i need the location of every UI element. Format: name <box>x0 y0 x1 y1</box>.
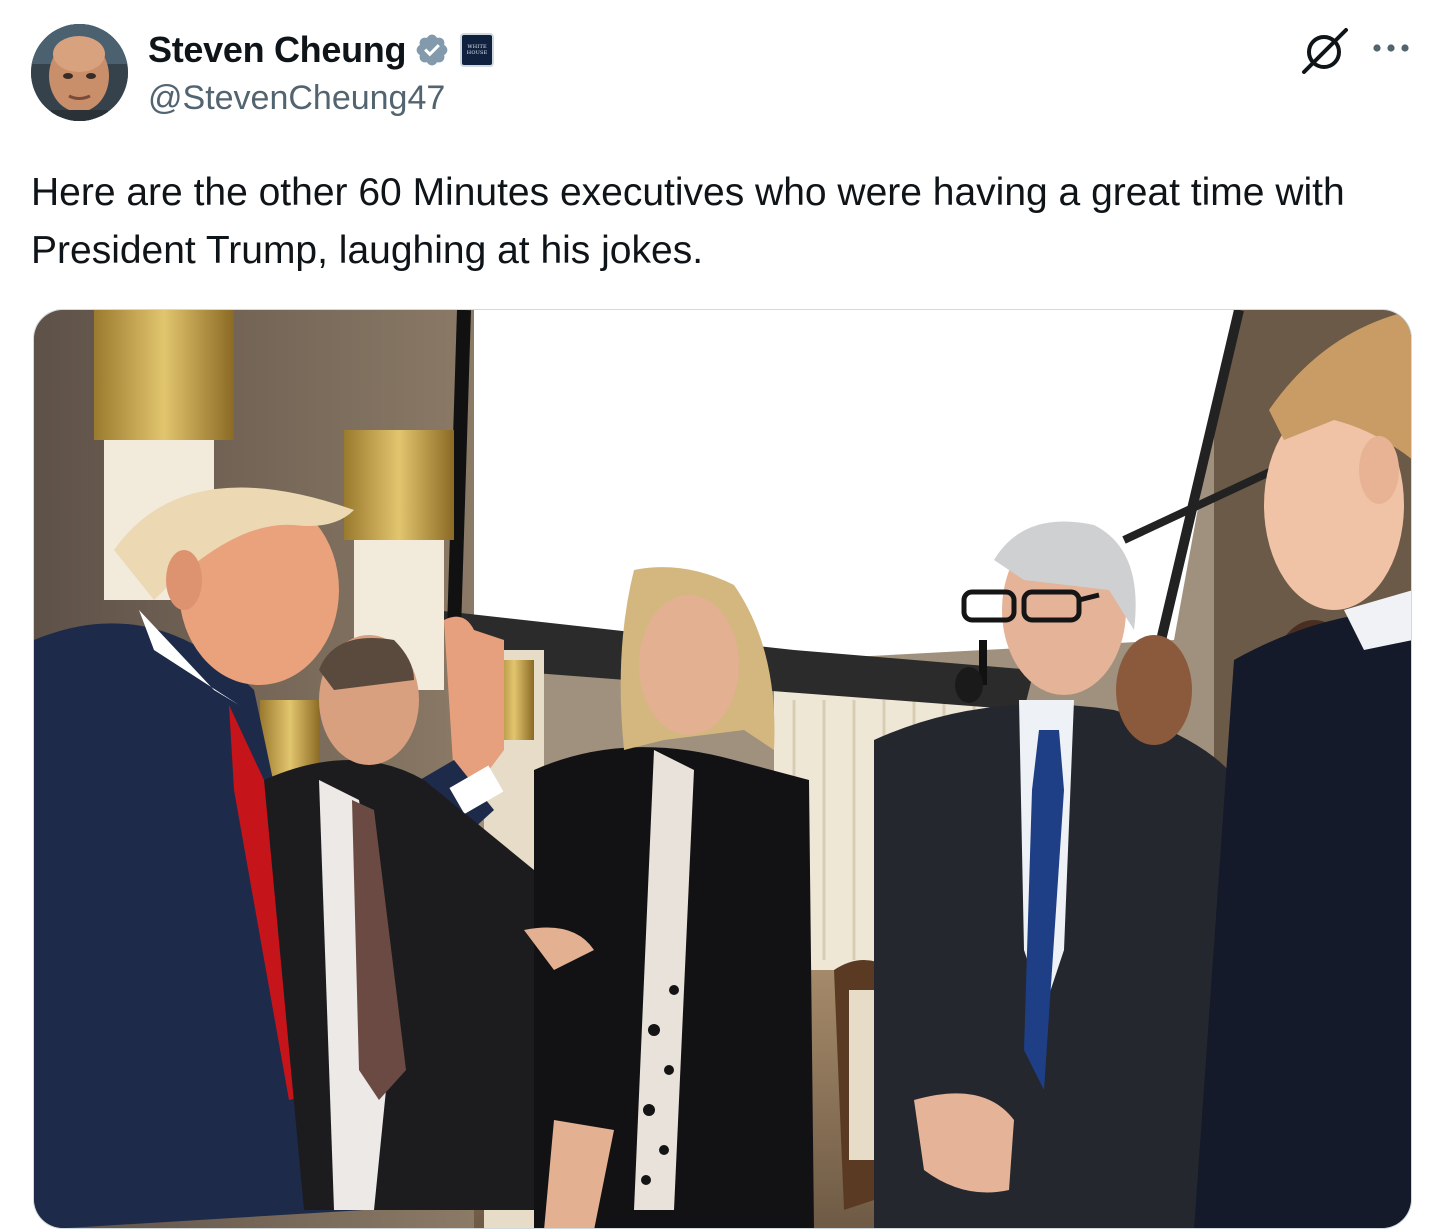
tweet-photo[interactable] <box>33 309 1412 1229</box>
tweet: Steven Cheung WHITE HOUSE @StevenCheung4… <box>0 0 1440 1231</box>
white-house-affiliation-badge[interactable]: WHITE HOUSE <box>460 33 495 67</box>
affiliation-badge-label: WHITE HOUSE <box>466 44 488 56</box>
avatar-image <box>31 24 128 121</box>
tweet-text: Here are the other 60 Minutes executives… <box>31 171 1345 272</box>
more-options-icon[interactable] <box>1370 34 1412 62</box>
author-handle[interactable]: @StevenCheung47 <box>148 78 445 118</box>
grok-icon[interactable] <box>1300 26 1350 76</box>
verified-badge-icon[interactable] <box>414 32 450 68</box>
display-name[interactable]: Steven Cheung <box>148 28 406 72</box>
avatar[interactable] <box>31 24 128 121</box>
photo-illustration <box>34 310 1411 1228</box>
author-name-row: Steven Cheung WHITE HOUSE <box>148 28 495 72</box>
